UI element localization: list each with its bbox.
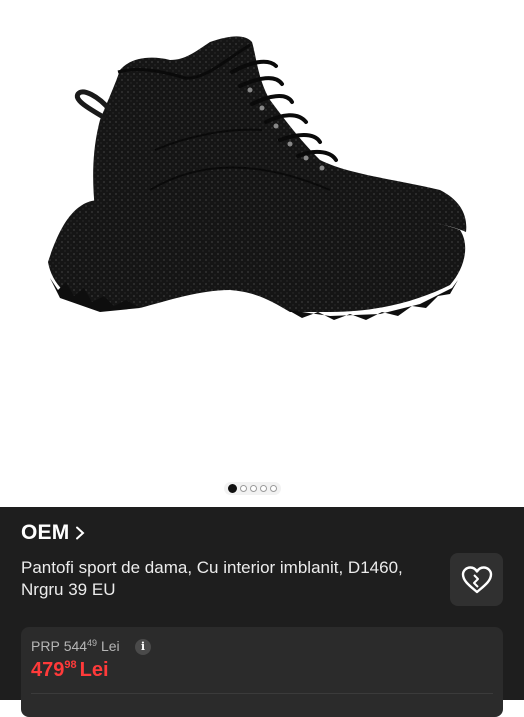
price-integer: 479: [31, 659, 65, 681]
product-image[interactable]: [0, 0, 524, 470]
gallery-dot[interactable]: [228, 484, 237, 493]
price-currency: Lei: [79, 659, 109, 681]
favorite-button[interactable]: [450, 553, 503, 606]
brand-link[interactable]: OEM: [21, 521, 85, 545]
chevron-right-icon: [76, 526, 85, 540]
product-info-panel: OEM Pantofi sport de dama, Cu interior i…: [0, 507, 524, 717]
product-title: Pantofi sport de dama, Cu interior imbla…: [21, 558, 403, 599]
recommended-price: PRP 544 49 Lei: [31, 638, 120, 654]
prp-label: PRP: [31, 638, 60, 654]
prp-decimals: 49: [87, 638, 98, 648]
price-decimals: 98: [64, 659, 77, 671]
gallery-dot[interactable]: [270, 485, 277, 492]
gallery-pagination[interactable]: [224, 482, 281, 495]
gallery-dot[interactable]: [250, 485, 257, 492]
info-icon[interactable]: i: [135, 639, 151, 655]
divider: [31, 693, 493, 694]
current-price: 479 98 Lei: [31, 659, 109, 682]
price-card: PRP 544 49 Lei i 479 98 Lei: [21, 627, 503, 717]
brand-name[interactable]: OEM: [21, 521, 69, 545]
gallery-dot[interactable]: [260, 485, 267, 492]
prp-integer: 544: [63, 638, 88, 654]
prp-currency: Lei: [100, 638, 120, 654]
gallery-dot[interactable]: [240, 485, 247, 492]
heart-outline-icon: [461, 565, 492, 593]
product-gallery[interactable]: [0, 0, 524, 507]
